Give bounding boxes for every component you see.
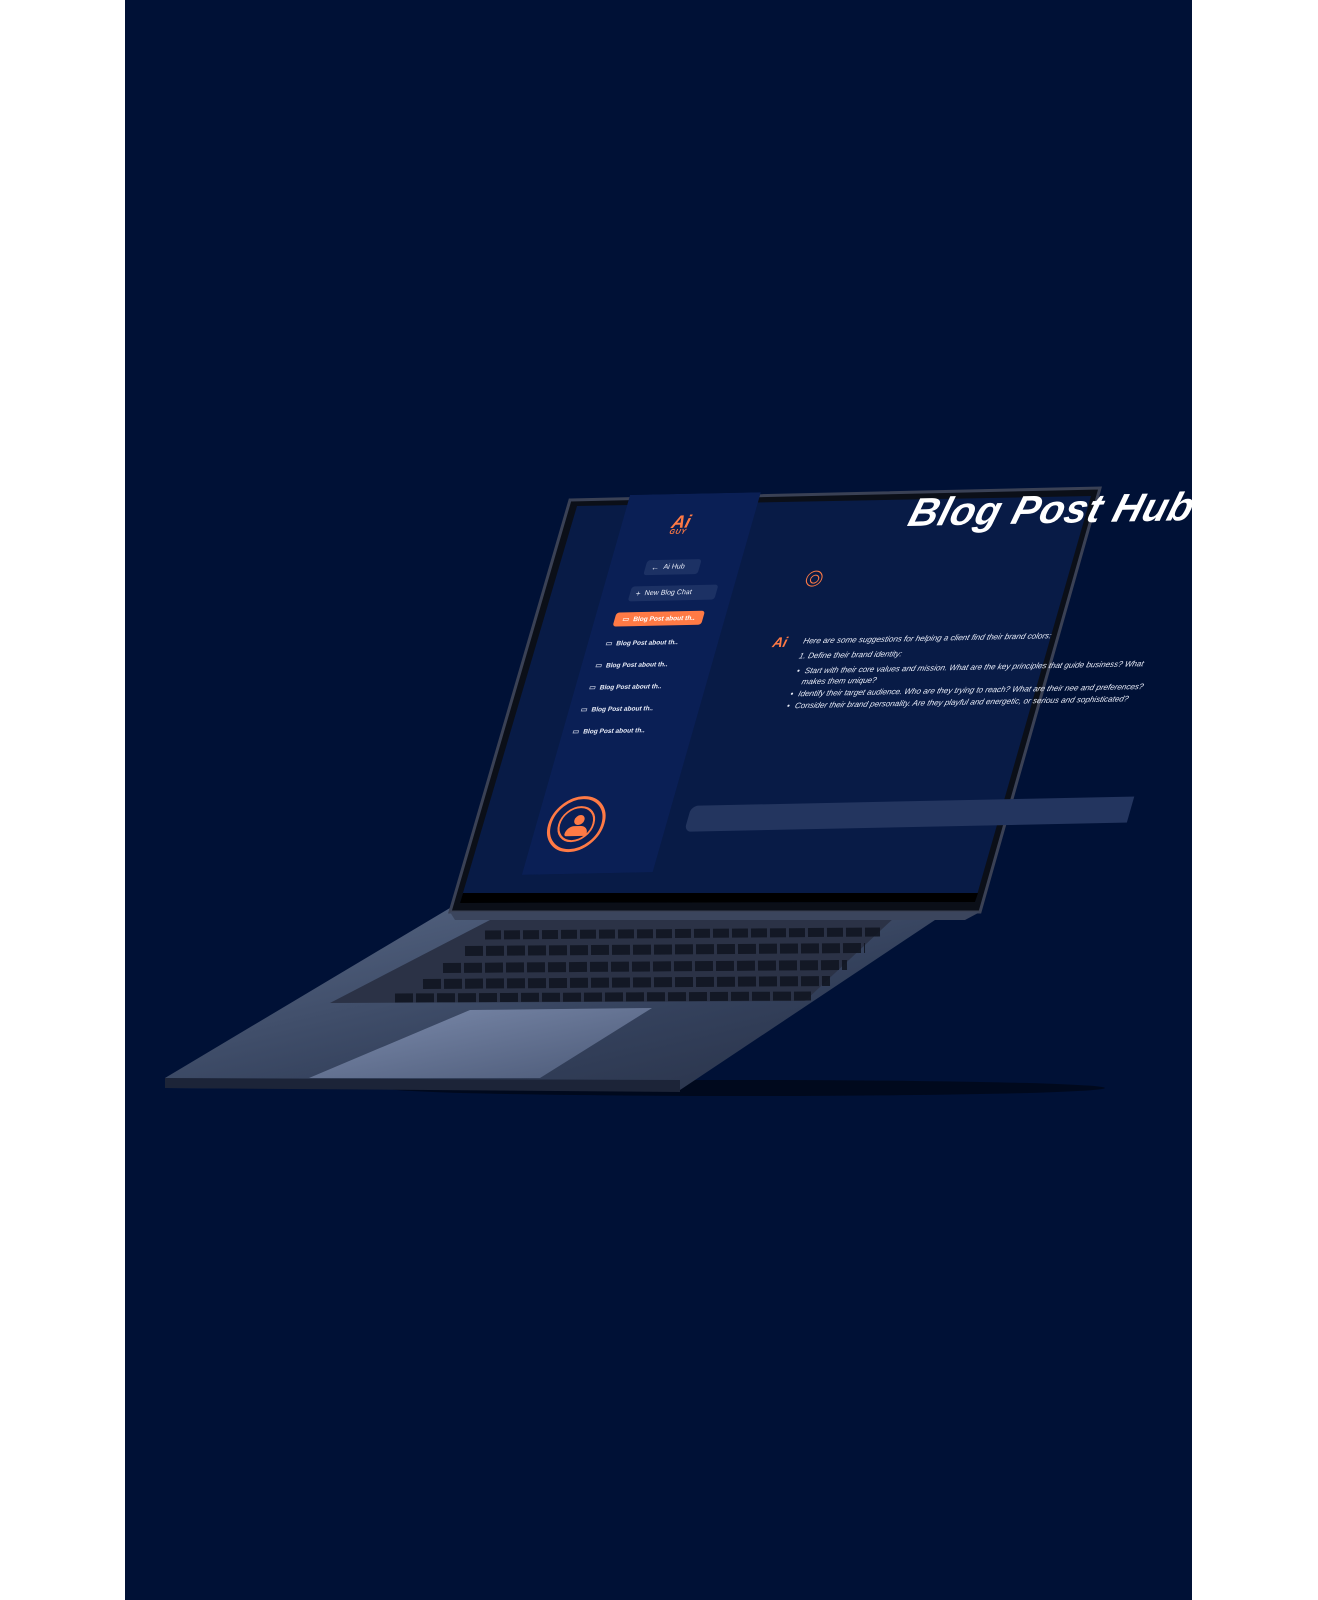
- brand-logo[interactable]: Ai GUY: [668, 511, 694, 537]
- arrow-left-icon: ←: [650, 562, 661, 573]
- chat-icon: ▭: [579, 706, 589, 714]
- laptop-base-edge: [165, 1078, 680, 1092]
- user-avatar-icon: [553, 805, 600, 843]
- user-avatar[interactable]: [540, 795, 613, 853]
- new-blog-chat-button[interactable]: + New Blog Chat: [627, 584, 719, 602]
- screen-bottom-bezel: [460, 893, 978, 903]
- plus-icon: +: [634, 589, 642, 599]
- chat-label: Blog Post about th..: [598, 682, 663, 691]
- hinge: [450, 912, 980, 920]
- ai-response: Here are some suggestions for helping a …: [783, 628, 1177, 713]
- back-label: Ai Hub: [662, 563, 686, 571]
- ai-badge: Ai: [770, 633, 790, 651]
- chat-label: Blog Post about th..: [632, 614, 697, 623]
- back-to-hub-button[interactable]: ← Ai Hub: [643, 559, 702, 576]
- user-message-icon: [803, 570, 825, 587]
- chat-icon: ▭: [571, 728, 581, 736]
- chat-item[interactable]: ▭ Blog Post about th..: [605, 638, 680, 648]
- chat-icon: ▭: [604, 640, 614, 648]
- avatar-head: [572, 814, 586, 826]
- mockup-stage: Ai GUY ← Ai Hub + New Blog Chat ▭ Blog P…: [125, 0, 1192, 1600]
- chat-item[interactable]: ▭ Blog Post about th..: [588, 682, 663, 692]
- chat-item[interactable]: ▭ Blog Post about th..: [571, 726, 646, 736]
- chat-input[interactable]: [684, 796, 1145, 832]
- chat-label: Blog Post about th..: [582, 726, 647, 736]
- chat-item[interactable]: ▭ Blog Post about th..: [580, 704, 655, 714]
- chat-label: Blog Post about th..: [590, 704, 655, 713]
- avatar-body: [563, 825, 589, 837]
- chat-item[interactable]: ▭ Blog Post about th..: [594, 660, 669, 670]
- response-bullets: Start with their core values and mission…: [783, 658, 1168, 712]
- chat-icon: ▭: [594, 662, 603, 670]
- chat-label: Blog Post about th..: [605, 660, 669, 669]
- logo-ai: Ai: [669, 511, 694, 532]
- logo-guy: GUY: [668, 528, 688, 537]
- chat-label: Blog Post about th..: [615, 638, 680, 647]
- app-screen: Ai GUY ← Ai Hub + New Blog Chat ▭ Blog P…: [521, 483, 1192, 875]
- page-title: Blog Post Hub: [903, 485, 1192, 536]
- chat-item-active[interactable]: ▭ Blog Post about th..: [612, 610, 706, 627]
- chat-icon: ▭: [587, 684, 597, 692]
- new-chat-label: New Blog Chat: [643, 589, 693, 598]
- chat-icon: ▭: [621, 616, 631, 624]
